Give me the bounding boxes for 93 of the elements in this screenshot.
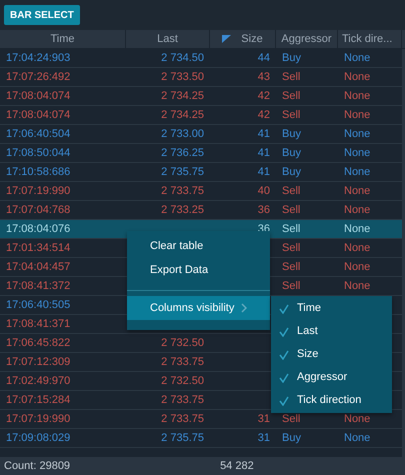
menu-item[interactable]: Columns visibility bbox=[127, 296, 270, 320]
column-header[interactable]: Last bbox=[126, 30, 210, 48]
table-cell: 2 734.50 bbox=[161, 52, 204, 64]
table-cell: None bbox=[344, 128, 370, 140]
table-cell: Sell bbox=[282, 280, 300, 292]
table-cell: 42 bbox=[258, 109, 270, 121]
table-cell: 17:08:04:074 bbox=[6, 90, 70, 102]
table-cell: None bbox=[344, 242, 370, 254]
table-cell: 36 bbox=[258, 204, 270, 216]
table-cell: None bbox=[344, 71, 370, 83]
menu-item[interactable]: Aggressor bbox=[271, 366, 392, 389]
table-cell: 2 735.75 bbox=[161, 166, 204, 178]
table-cell: 17:07:26:492 bbox=[6, 71, 70, 83]
table-cell: 2 734.25 bbox=[161, 90, 204, 102]
table-cell: 2 732.50 bbox=[161, 375, 204, 387]
menu-item[interactable]: Export Data bbox=[127, 258, 270, 282]
column-header[interactable]: Time bbox=[0, 30, 126, 48]
table-cell: 17:08:04:074 bbox=[6, 109, 70, 121]
menu-item[interactable]: Tick direction bbox=[271, 389, 392, 412]
table-cell: 31 bbox=[258, 432, 270, 444]
table-cell: Sell bbox=[282, 261, 300, 273]
table-cell: 2 734.25 bbox=[161, 109, 204, 121]
table-cell: 17:09:08:029 bbox=[6, 432, 70, 444]
table-cell: 2 735.75 bbox=[161, 432, 204, 444]
column-header[interactable]: Size bbox=[210, 30, 276, 48]
table-cell: Sell bbox=[282, 242, 300, 254]
total-value: 54 282 bbox=[220, 458, 254, 474]
table-cell: 17:08:04:076 bbox=[6, 223, 70, 235]
table-cell: 17:02:49:970 bbox=[6, 375, 70, 387]
table-cell: 42 bbox=[258, 90, 270, 102]
table-cell: 17:07:19:990 bbox=[6, 413, 70, 425]
table-cell: 2 733.00 bbox=[161, 128, 204, 140]
table-cell: Buy bbox=[282, 147, 301, 159]
table-cell: Sell bbox=[282, 109, 300, 121]
table-cell: Sell bbox=[282, 185, 300, 197]
table-cell: 17:04:04:457 bbox=[6, 261, 70, 273]
table-cell: 2 733.75 bbox=[161, 413, 204, 425]
table-cell: None bbox=[344, 90, 370, 102]
table-cell: Buy bbox=[282, 128, 301, 140]
table-cell: 17:08:41:372 bbox=[6, 280, 70, 292]
table-cell: None bbox=[344, 204, 370, 216]
table-cell: 17:08:50:044 bbox=[6, 147, 70, 159]
menu-item[interactable]: Size bbox=[271, 343, 392, 366]
table-cell: None bbox=[344, 147, 370, 159]
table-cell: Sell bbox=[282, 204, 300, 216]
table-cell: Buy bbox=[282, 166, 301, 178]
table-cell: 41 bbox=[258, 166, 270, 178]
column-header[interactable]: Tick dire... bbox=[338, 30, 402, 48]
menu-item[interactable]: Time bbox=[271, 297, 392, 320]
table-cell: 40 bbox=[258, 185, 270, 197]
table-cell: None bbox=[344, 413, 370, 425]
chevron-right-icon bbox=[241, 303, 247, 313]
table-cell: 31 bbox=[258, 413, 270, 425]
table-cell: 2 733.75 bbox=[161, 394, 204, 406]
bar-select-button[interactable]: BAR SELECT bbox=[4, 5, 80, 25]
table-cell: 17:04:24:903 bbox=[6, 52, 70, 64]
table-cell: 44 bbox=[258, 52, 270, 64]
table-cell: 41 bbox=[258, 147, 270, 159]
table-cell: None bbox=[344, 432, 370, 444]
table-cell: None bbox=[344, 261, 370, 273]
table-cell: None bbox=[344, 185, 370, 197]
table-cell: None bbox=[344, 280, 370, 292]
table-cell: Sell bbox=[282, 413, 300, 425]
table-cell: None bbox=[344, 223, 370, 235]
table-cell: Sell bbox=[282, 90, 300, 102]
table-cell: 2 733.75 bbox=[161, 356, 204, 368]
table-cell: 17:07:12:309 bbox=[6, 356, 70, 368]
column-header[interactable]: Aggressor bbox=[276, 30, 338, 48]
table-cell: 41 bbox=[258, 128, 270, 140]
menu-item[interactable]: Last bbox=[271, 320, 392, 343]
table-cell: Sell bbox=[282, 223, 300, 235]
table-cell: 2 732.50 bbox=[161, 337, 204, 349]
table-cell: 17:07:04:768 bbox=[6, 204, 70, 216]
table-cell: 43 bbox=[258, 71, 270, 83]
table-cell: 17:06:40:505 bbox=[6, 299, 70, 311]
table-cell: 17:01:34:514 bbox=[6, 242, 70, 254]
table-cell: 17:08:41:371 bbox=[6, 318, 70, 330]
table-cell: 2 733.75 bbox=[161, 185, 204, 197]
table-cell: None bbox=[344, 166, 370, 178]
table-cell: 2 736.25 bbox=[161, 147, 204, 159]
table-cell: 17:06:45:822 bbox=[6, 337, 70, 349]
table-cell: Buy bbox=[282, 432, 301, 444]
count-label: Count: 29809 bbox=[4, 458, 70, 474]
table-cell: Buy bbox=[282, 52, 301, 64]
table-cell: 2 733.50 bbox=[161, 71, 204, 83]
table-cell: Sell bbox=[282, 71, 300, 83]
table-cell: None bbox=[344, 109, 370, 121]
table-cell: 17:10:58:686 bbox=[6, 166, 70, 178]
table-cell: 17:06:40:504 bbox=[6, 128, 70, 140]
table-cell: 17:07:15:284 bbox=[6, 394, 70, 406]
table-cell: None bbox=[344, 52, 370, 64]
table-cell: 17:07:19:990 bbox=[6, 185, 70, 197]
table-cell: 2 733.25 bbox=[161, 204, 204, 216]
